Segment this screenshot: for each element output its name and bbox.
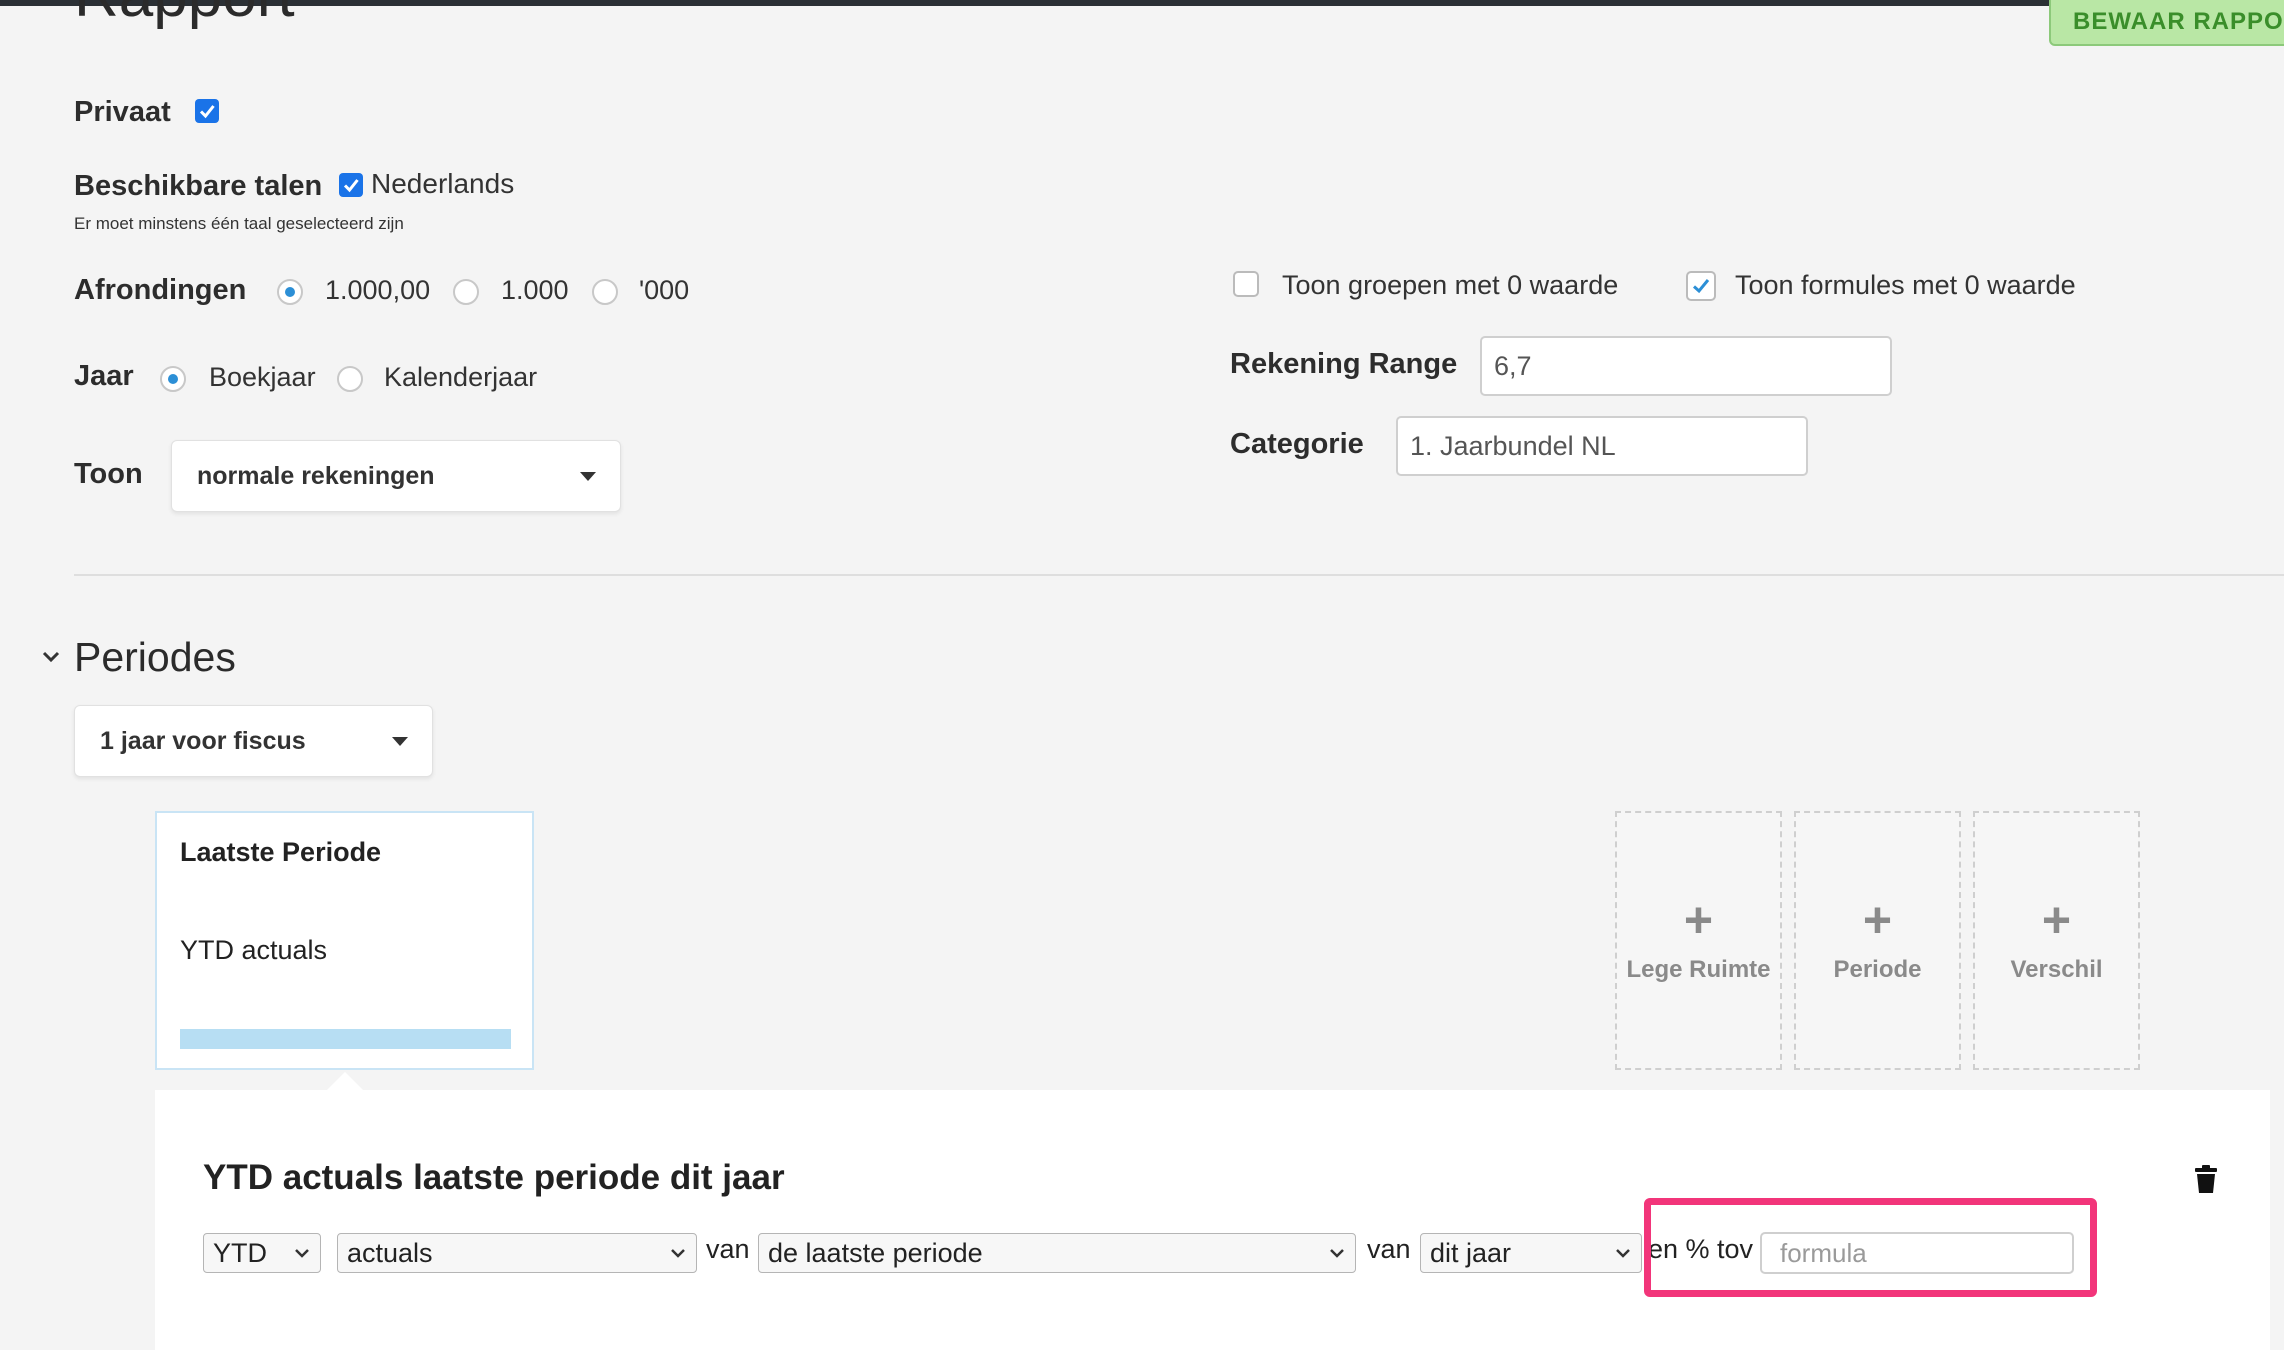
chevron-down-icon [295, 1249, 309, 1258]
period-select-value: de laatste periode [768, 1237, 983, 1268]
language-nl-checkbox[interactable] [339, 173, 363, 197]
show-accounts-value: normale rekeningen [197, 461, 435, 490]
period-preset-value: 1 jaar voor fiscus [100, 726, 306, 755]
category-input[interactable]: 1. Jaarbundel NL [1396, 416, 1808, 476]
chevron-down-icon [1330, 1249, 1344, 1258]
rounding-radio-decimals[interactable] [277, 279, 303, 305]
period-preset-dropdown[interactable]: 1 jaar voor fiscus [74, 705, 433, 777]
add-period-tile[interactable]: + Periode [1794, 811, 1961, 1070]
van-label-2: van [1367, 1234, 1411, 1264]
kind-select-value: actuals [347, 1237, 433, 1268]
rounding-label: Afrondingen [74, 274, 247, 306]
rounding-radio-thousands[interactable] [592, 279, 618, 305]
add-tile-label: Lege Ruimte [1626, 955, 1771, 983]
rounding-option-thousands: '000 [639, 275, 690, 305]
add-empty-space-tile[interactable]: + Lege Ruimte [1615, 811, 1782, 1070]
category-label: Categorie [1230, 428, 1364, 460]
type-select-value: YTD [213, 1237, 267, 1268]
year-select[interactable]: dit jaar [1420, 1233, 1642, 1273]
show-label: Toon [74, 458, 143, 490]
save-report-button[interactable]: BEWAAR RAPPORT [2049, 0, 2284, 46]
period-card-bar [180, 1029, 511, 1049]
add-tile-label: Verschil [2010, 955, 2103, 983]
plus-icon: + [1862, 891, 1893, 948]
add-tile-label: Periode [1833, 955, 1922, 983]
page-title: Rapport [74, 0, 295, 36]
period-editor-title: YTD actuals laatste periode dit jaar [203, 1158, 785, 1197]
trash-icon[interactable] [2193, 1164, 2219, 1194]
year-option-calendar: Kalenderjaar [384, 362, 538, 392]
plus-icon: + [2041, 891, 2072, 948]
period-select[interactable]: de laatste periode [758, 1233, 1356, 1273]
languages-hint: Er moet minstens één taal geselecteerd z… [74, 214, 404, 233]
chevron-down-icon [671, 1249, 685, 1258]
show-accounts-dropdown[interactable]: normale rekeningen [171, 440, 621, 512]
kind-select[interactable]: actuals [337, 1233, 697, 1273]
languages-label: Beschikbare talen [74, 170, 323, 202]
chevron-down-icon [1616, 1249, 1630, 1258]
chevron-down-icon[interactable] [40, 646, 62, 668]
caret-down-icon [580, 472, 596, 481]
periods-section-title: Periodes [74, 634, 236, 680]
type-select[interactable]: YTD [203, 1233, 321, 1273]
check-icon [199, 105, 215, 119]
year-option-fiscal: Boekjaar [209, 362, 316, 392]
year-radio-fiscal[interactable] [160, 366, 186, 392]
account-range-input[interactable]: 6,7 [1480, 336, 1892, 396]
add-difference-tile[interactable]: + Verschil [1973, 811, 2140, 1070]
plus-icon: + [1683, 891, 1714, 948]
period-card-title: Laatste Periode [180, 837, 382, 867]
check-icon [343, 179, 359, 193]
highlight-box [1644, 1198, 2097, 1297]
top-bar [0, 0, 2284, 6]
year-select-value: dit jaar [1430, 1237, 1512, 1268]
van-label-1: van [706, 1234, 750, 1264]
rounding-radio-units[interactable] [453, 279, 479, 305]
private-label: Privaat [74, 96, 171, 128]
account-range-label: Rekening Range [1230, 348, 1458, 380]
period-card[interactable]: Laatste Periode YTD actuals [155, 811, 534, 1070]
year-label: Jaar [74, 360, 134, 392]
period-card-subtitle: YTD actuals [180, 935, 328, 965]
private-checkbox[interactable] [195, 99, 219, 123]
caret-down-icon [392, 737, 408, 746]
check-icon [1692, 279, 1710, 294]
rounding-option-units: 1.000 [501, 275, 569, 305]
year-radio-calendar[interactable] [337, 366, 363, 392]
panel-pointer [327, 1072, 363, 1090]
show-groups-zero-label: Toon groepen met 0 waarde [1282, 270, 1619, 300]
show-formulas-zero-label: Toon formules met 0 waarde [1735, 270, 2076, 300]
section-divider [74, 574, 2284, 576]
language-nl-label: Nederlands [371, 168, 515, 199]
rounding-option-decimals: 1.000,00 [325, 275, 431, 305]
show-groups-zero-checkbox[interactable] [1233, 271, 1259, 297]
show-formulas-zero-checkbox[interactable] [1686, 271, 1716, 301]
